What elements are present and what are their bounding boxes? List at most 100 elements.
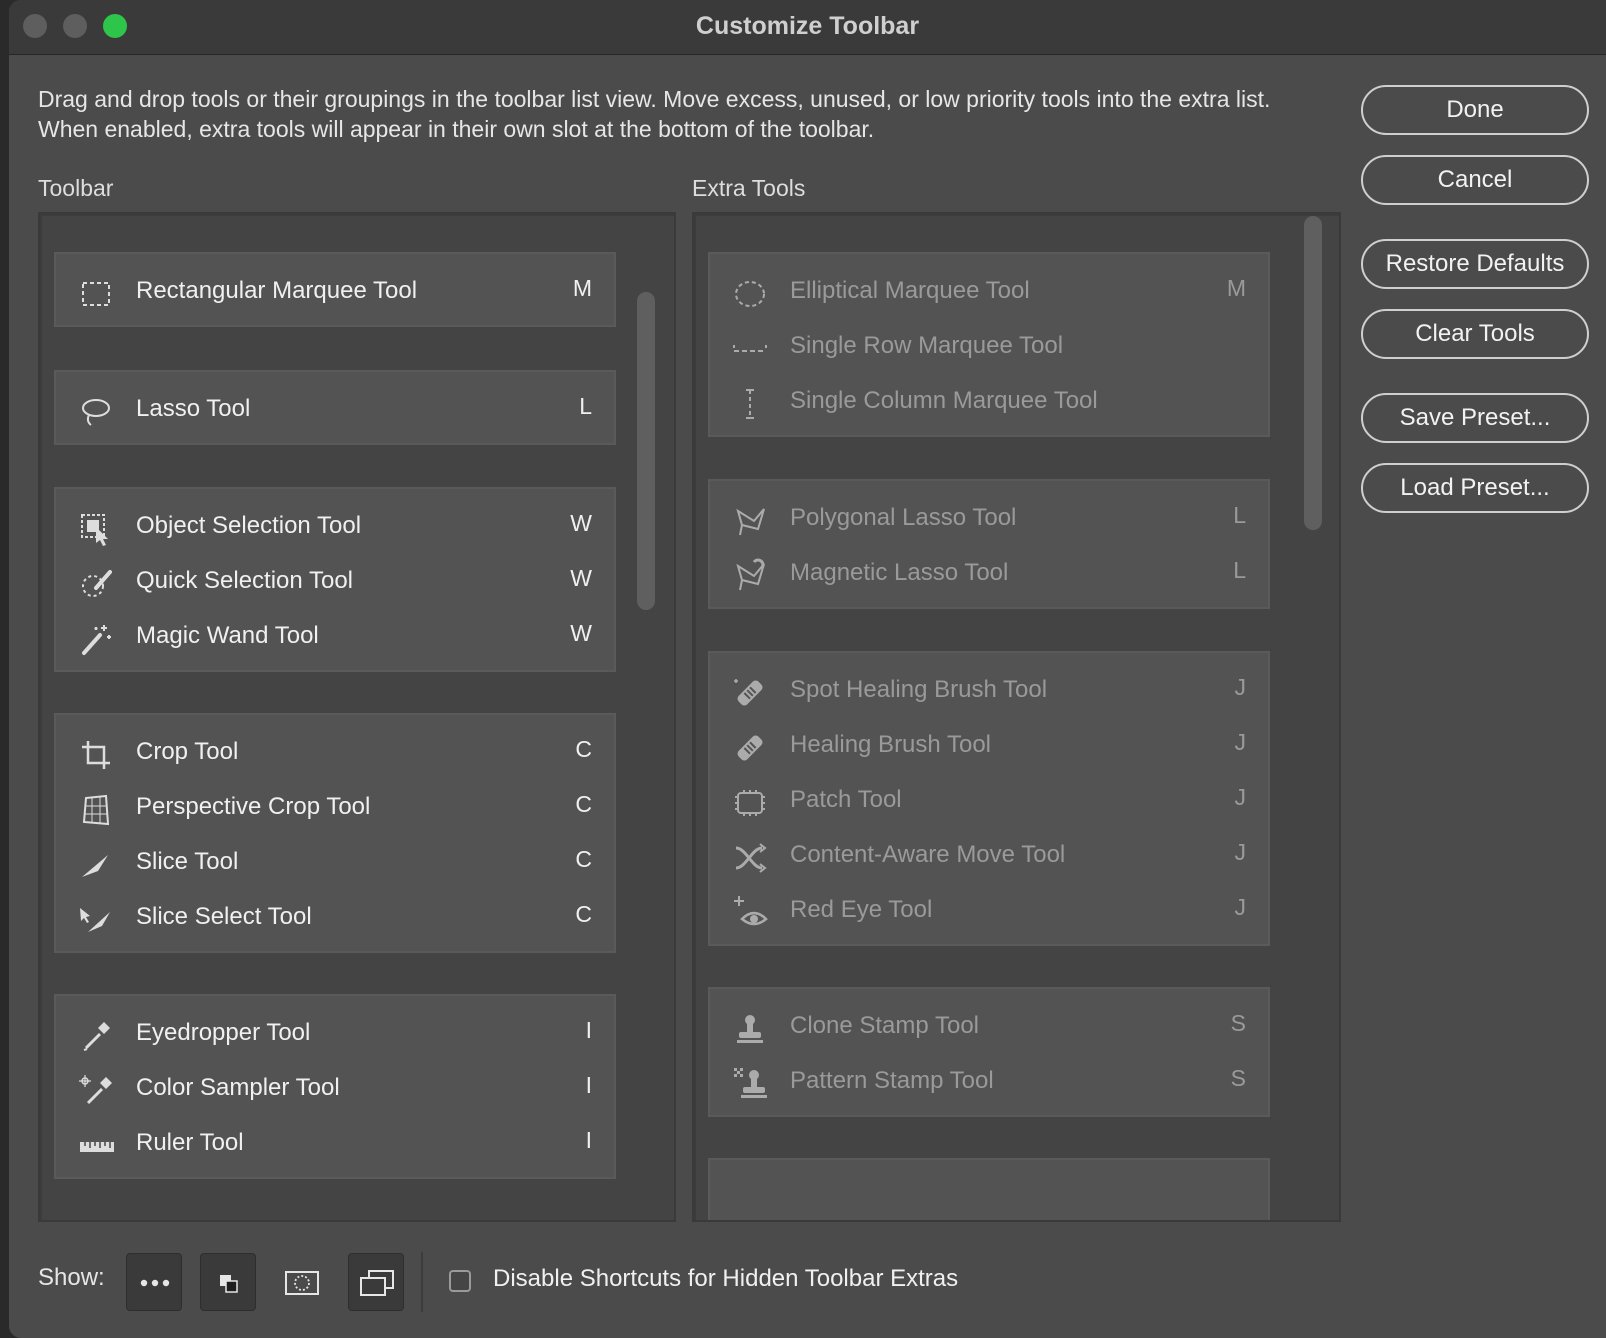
tool-row[interactable]: Lasso Tool L — [56, 382, 614, 438]
tool-row[interactable]: Ruler Tool I — [56, 1116, 614, 1172]
tool-shortcut: W — [570, 620, 592, 646]
cancel-button[interactable]: Cancel — [1361, 155, 1589, 205]
spot-healing-icon — [734, 679, 763, 706]
tool-row[interactable]: Quick Selection Tool W — [56, 554, 614, 610]
tool-shortcut: W — [570, 510, 592, 536]
tool-row[interactable]: Magic Wand Tool W — [56, 609, 614, 665]
extra-tool-group[interactable]: Spot Healing Brush Tool J Healing Brush To… — [708, 651, 1270, 946]
tool-shortcut: I — [585, 1072, 592, 1098]
crop-icon — [82, 741, 110, 769]
toolbar-tool-group[interactable]: Eyedropper Tool I Color Sampler Tool I Ruler… — [54, 994, 616, 1179]
toolbar-tool-group[interactable]: Object Selection Tool W Quick Selection To… — [54, 487, 616, 672]
tool-shortcut: M — [1226, 275, 1246, 301]
tool-row[interactable]: Object Selection Tool W — [56, 499, 614, 555]
tool-row[interactable]: Content-Aware Move Tool J — [710, 828, 1268, 884]
magnetic-lasso-icon — [736, 558, 765, 591]
tool-name: Object Selection Tool — [136, 512, 362, 539]
single-row-marquee-icon — [733, 345, 767, 352]
disable-shortcuts-checkbox[interactable] — [449, 1270, 471, 1292]
extra-tool-group[interactable]: Clone Stamp Tool S Pattern Stamp Tool S — [708, 987, 1270, 1117]
tool-row[interactable]: Perspective Crop Tool C — [56, 780, 614, 836]
tool-name: Single Row Marquee Tool — [790, 332, 1064, 359]
magic-wand-icon — [82, 625, 111, 655]
instructions-text: Drag and drop tools or their groupings i… — [38, 86, 1271, 142]
healing-brush-icon — [737, 735, 763, 761]
tool-row[interactable]: Single Row Marquee Tool — [710, 319, 1268, 375]
tool-name: Quick Selection Tool — [136, 567, 354, 594]
more-icon — [140, 1279, 170, 1287]
screen-mode-icon — [360, 1270, 394, 1296]
bottom-bar: Show: Disable Shortcuts for Hidden Toolb… — [9, 1238, 1606, 1338]
tool-row[interactable]: Eyedropper Tool I — [56, 1006, 614, 1062]
tool-row[interactable]: Slice Tool C — [56, 835, 614, 891]
tool-name: Spot Healing Brush Tool — [790, 676, 1048, 703]
swap-colors-icon — [220, 1275, 238, 1293]
tool-row[interactable]: Slice Select Tool C — [56, 890, 614, 946]
tool-name: Red Eye Tool — [790, 896, 933, 923]
customize-toolbar-dialog: Customize Toolbar Drag and drop tools or… — [9, 0, 1606, 1338]
tool-row[interactable]: Elliptical Marquee Tool M — [710, 264, 1268, 320]
clear-tools-button[interactable]: Clear Tools — [1361, 309, 1589, 359]
toolbar-tool-group[interactable]: Rectangular Marquee Tool M — [54, 252, 616, 327]
tool-row[interactable]: Crop Tool C — [56, 725, 614, 781]
eyedropper-icon — [83, 1022, 110, 1051]
tool-row[interactable]: Single Column Marquee Tool — [710, 374, 1268, 430]
extra-tool-group-partial[interactable] — [708, 1158, 1270, 1220]
restore-defaults-button[interactable]: Restore Defaults — [1361, 239, 1589, 289]
tool-name: Elliptical Marquee Tool — [790, 277, 1030, 304]
lasso-icon — [82, 399, 110, 426]
extra-tool-group[interactable]: Polygonal Lasso Tool L Magnetic Lasso Tool… — [708, 479, 1270, 609]
extra-tool-group[interactable]: Elliptical Marquee Tool M Single Row Marqu… — [708, 252, 1270, 437]
save-preset-button[interactable]: Save Preset... — [1361, 393, 1589, 443]
tool-row[interactable]: Rectangular Marquee Tool M — [56, 264, 614, 320]
toolbar-column-label: Toolbar — [38, 175, 114, 201]
tool-name: Rectangular Marquee Tool — [136, 277, 418, 304]
done-button[interactable]: Done — [1361, 85, 1589, 135]
color-sampler-icon — [79, 1075, 112, 1105]
toolbar-tool-group[interactable]: Crop Tool C Perspective Crop Tool C Slice To… — [54, 713, 616, 953]
tool-name: Color Sampler Tool — [136, 1074, 340, 1101]
tool-row[interactable]: Clone Stamp Tool S — [710, 999, 1268, 1055]
tool-name: Pattern Stamp Tool — [790, 1067, 994, 1094]
tool-row[interactable]: Healing Brush Tool J — [710, 718, 1268, 774]
tool-shortcut: C — [575, 736, 592, 762]
extra-tools-list[interactable]: Elliptical Marquee Tool M Single Row Marqu… — [692, 212, 1341, 1222]
tool-row[interactable]: Magnetic Lasso Tool L — [710, 546, 1268, 602]
load-preset-button[interactable]: Load Preset... — [1361, 463, 1589, 513]
tool-row[interactable]: Pattern Stamp Tool S — [710, 1054, 1268, 1110]
disable-shortcuts-label[interactable]: Disable Shortcuts for Hidden Toolbar Ext… — [493, 1265, 958, 1293]
tool-shortcut: S — [1230, 1010, 1246, 1036]
show-extras-button[interactable] — [126, 1253, 182, 1311]
elliptical-marquee-icon — [735, 281, 765, 307]
quick-mask-icon — [285, 1271, 319, 1295]
show-screen-mode-button[interactable] — [348, 1253, 404, 1311]
tool-name: Slice Select Tool — [136, 903, 312, 930]
tool-shortcut: J — [1234, 784, 1247, 810]
tool-row[interactable]: Red Eye Tool J — [710, 883, 1268, 939]
tool-name: Ruler Tool — [136, 1129, 244, 1156]
single-column-marquee-icon — [746, 389, 754, 419]
extra-tools-scrollbar[interactable] — [1304, 216, 1322, 530]
tool-shortcut: I — [585, 1017, 592, 1043]
tool-name: Eyedropper Tool — [136, 1019, 311, 1046]
tool-shortcut: L — [579, 393, 592, 419]
tool-row[interactable]: Polygonal Lasso Tool L — [710, 491, 1268, 547]
tool-shortcut: J — [1234, 729, 1247, 755]
tool-name: Magnetic Lasso Tool — [790, 559, 1009, 586]
toolbar-list[interactable]: Rectangular Marquee Tool M Lasso Tool L Obje… — [38, 212, 676, 1222]
toolbar-tool-group[interactable]: Lasso Tool L — [54, 370, 616, 445]
slice-icon — [82, 855, 108, 877]
show-quick-mask-button[interactable] — [274, 1253, 330, 1311]
extra-tools-column-label: Extra Tools — [692, 175, 806, 201]
polygonal-lasso-icon — [736, 508, 765, 536]
tool-shortcut: W — [570, 565, 592, 591]
rect-marquee-icon — [82, 282, 110, 306]
toolbar-list-scrollbar[interactable] — [637, 292, 655, 610]
tool-name: Single Column Marquee Tool — [790, 387, 1098, 414]
quick-selection-icon — [82, 570, 112, 597]
show-colors-button[interactable] — [200, 1253, 256, 1311]
tool-row[interactable]: Color Sampler Tool I — [56, 1061, 614, 1117]
tool-row[interactable]: Spot Healing Brush Tool J — [710, 663, 1268, 719]
tool-row[interactable]: Patch Tool J — [710, 773, 1268, 829]
tool-name: Patch Tool — [790, 786, 902, 813]
